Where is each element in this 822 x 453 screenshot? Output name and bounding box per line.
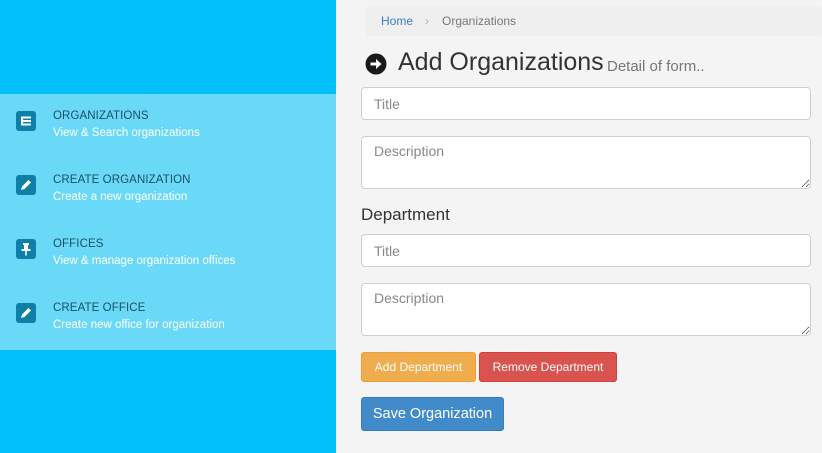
breadcrumb-separator: ›: [425, 14, 429, 28]
add-department-button[interactable]: Add Department: [361, 352, 476, 382]
sidebar-item-subtitle: View & Search organizations: [53, 127, 200, 139]
sidebar-item-organizations[interactable]: ORGANIZATIONS View & Search organization…: [0, 94, 336, 158]
sidebar-item-create-office[interactable]: CREATE OFFICE Create new office for orga…: [0, 286, 336, 350]
organization-description-textarea[interactable]: [361, 136, 811, 189]
sidebar-item-title: ORGANIZATIONS: [53, 110, 149, 122]
pencil-icon: [16, 175, 36, 195]
arrow-circle-right-icon: [365, 53, 387, 75]
save-organization-button[interactable]: Save Organization: [361, 397, 504, 431]
breadcrumb-home-link[interactable]: Home: [381, 14, 413, 28]
sidebar-item-title: CREATE OFFICE: [53, 302, 146, 314]
sidebar-item-subtitle: Create new office for organization: [53, 319, 225, 331]
department-description-textarea[interactable]: [361, 283, 811, 336]
sidebar-menu: ORGANIZATIONS View & Search organization…: [0, 94, 336, 350]
page-title: Add Organizations: [398, 48, 604, 76]
sidebar-item-title: CREATE ORGANIZATION: [53, 174, 191, 186]
pencil-icon: [16, 303, 36, 323]
sidebar-item-create-organization[interactable]: CREATE ORGANIZATION Create a new organiz…: [0, 158, 336, 222]
department-section-label: Department: [361, 205, 450, 224]
breadcrumb-current: Organizations: [442, 14, 517, 28]
list-icon: [16, 111, 36, 131]
breadcrumb: Home › Organizations: [366, 6, 822, 36]
page-subtitle: Detail of form..: [607, 58, 705, 75]
sidebar-item-title: OFFICES: [53, 238, 104, 250]
sidebar-item-offices[interactable]: OFFICES View & manage organization offic…: [0, 222, 336, 286]
department-title-input[interactable]: [361, 234, 811, 267]
pin-icon: [16, 239, 36, 259]
remove-department-button[interactable]: Remove Department: [479, 352, 617, 382]
sidebar-item-subtitle: Create a new organization: [53, 191, 188, 203]
organization-title-input[interactable]: [361, 87, 811, 120]
sidebar-item-subtitle: View & manage organization offices: [53, 255, 236, 267]
